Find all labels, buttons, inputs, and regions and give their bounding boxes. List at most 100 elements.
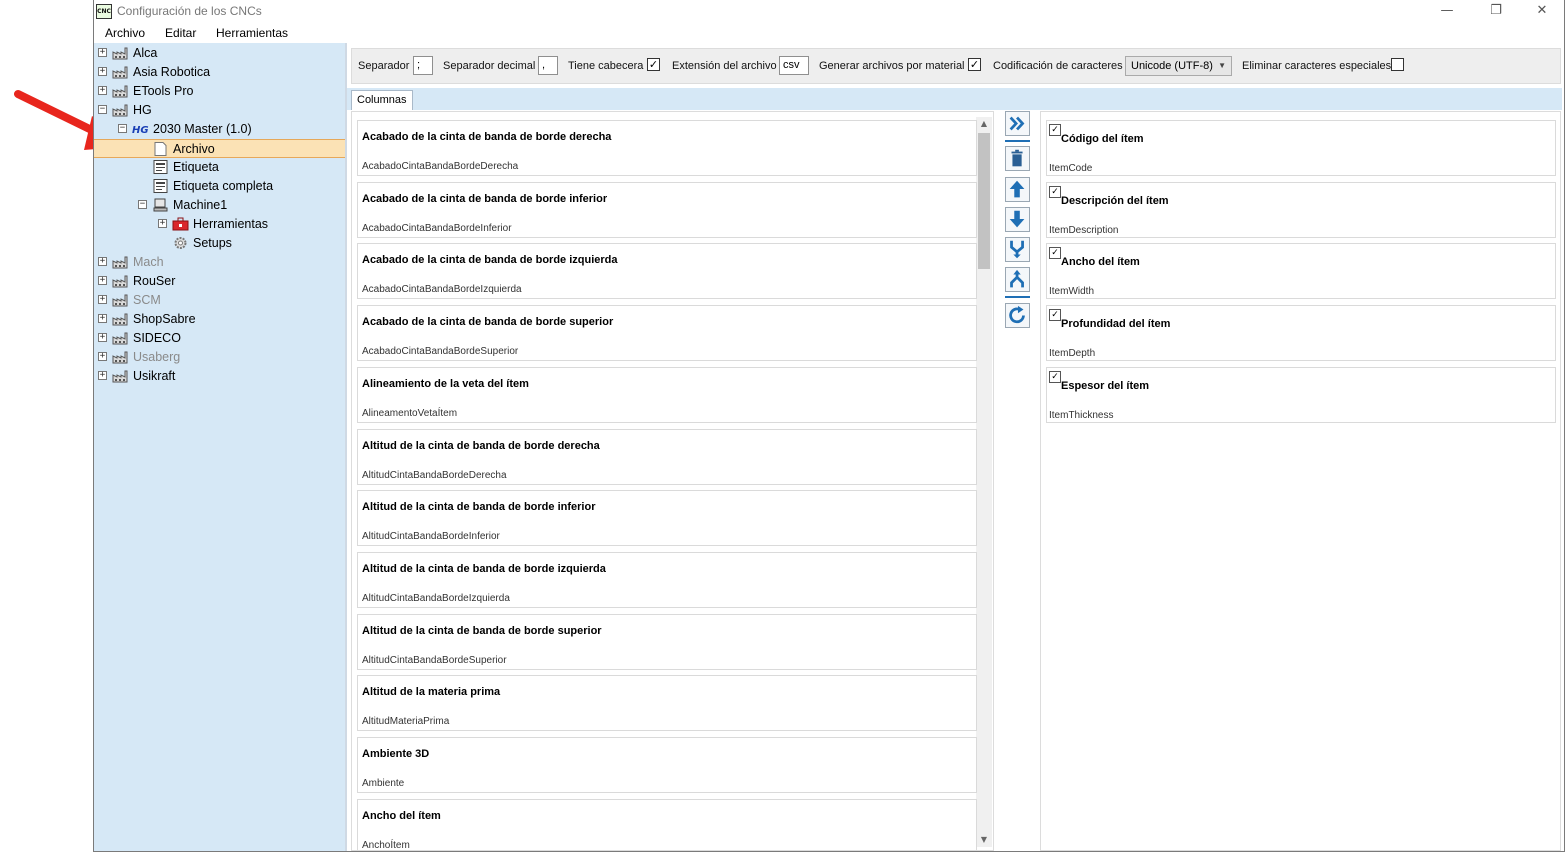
hg-logo-icon: HG	[132, 122, 149, 136]
move-down-button[interactable]	[1005, 207, 1030, 232]
per-material-checkbox[interactable]: ✓	[968, 58, 981, 71]
tree-item-hg[interactable]: − HG	[94, 101, 345, 120]
close-button[interactable]: ✕	[1527, 2, 1557, 20]
encoding-value: Unicode (UTF-8)	[1131, 60, 1213, 72]
available-column-item[interactable]: Acabado de la cinta de banda de borde su…	[357, 305, 977, 362]
tree-item-herramientas[interactable]: + Herramientas	[94, 215, 345, 234]
delete-button[interactable]	[1005, 146, 1030, 171]
column-title: Ancho del ítem	[1061, 256, 1140, 269]
remove-special-checkbox[interactable]	[1391, 58, 1404, 71]
selected-column-item[interactable]: ✓ Descripción del ítem ItemDescription	[1046, 181, 1556, 238]
split-button[interactable]	[1005, 267, 1030, 292]
action-separator	[1005, 140, 1030, 142]
expand-icon[interactable]: +	[98, 295, 107, 304]
has-header-checkbox[interactable]: ✓	[647, 58, 660, 71]
refresh-button[interactable]	[1005, 303, 1030, 328]
column-key: Ambiente	[362, 778, 405, 789]
tree-item-mach[interactable]: + Mach	[94, 253, 345, 272]
expand-icon[interactable]: +	[98, 67, 107, 76]
available-column-item[interactable]: Ancho del ítem AnchoÍtem	[357, 798, 977, 850]
available-column-item[interactable]: Altitud de la cinta de banda de borde in…	[357, 490, 977, 547]
tree-item-rouser[interactable]: + RouSer	[94, 272, 345, 291]
label-icon	[152, 179, 169, 193]
available-column-item[interactable]: Altitud de la cinta de banda de borde su…	[357, 613, 977, 670]
expand-icon[interactable]: +	[98, 48, 107, 57]
available-column-item[interactable]: Acabado de la cinta de banda de borde in…	[357, 181, 977, 238]
tree-item-label: Setups	[193, 236, 232, 250]
tree-item-usikraft[interactable]: + Usikraft	[94, 367, 345, 386]
column-key: AlineamentoVetaÍtem	[362, 407, 458, 419]
expand-icon[interactable]: +	[98, 314, 107, 323]
column-expand-checkbox[interactable]: ✓	[1049, 309, 1061, 322]
available-column-item[interactable]: Altitud de la cinta de banda de borde iz…	[357, 551, 977, 608]
tree-item-scm[interactable]: + SCM	[94, 291, 345, 310]
encoding-label: Codificación de caracteres	[993, 60, 1123, 72]
selected-column-item[interactable]: ✓ Espesor del ítem ItemThickness	[1046, 366, 1556, 423]
tree-item-label: HG	[133, 103, 152, 117]
label-icon	[152, 160, 169, 174]
column-key: ItemDescription	[1049, 224, 1119, 236]
menu-herramientas[interactable]: Herramientas	[216, 26, 288, 40]
scroll-up-icon[interactable]: ▲	[976, 117, 992, 131]
tree-item-alca[interactable]: + Alca	[94, 44, 345, 63]
available-columns-scrollbar[interactable]: ▲ ▼	[976, 117, 992, 847]
tree-item-machine1[interactable]: − Machine1	[94, 196, 345, 215]
selected-column-item[interactable]: ✓ Código del ítem ItemCode	[1046, 120, 1556, 176]
column-title: Espesor del ítem	[1061, 379, 1150, 392]
scroll-thumb[interactable]	[978, 133, 990, 269]
column-expand-checkbox[interactable]: ✓	[1049, 247, 1061, 260]
available-column-item[interactable]: Acabado de la cinta de banda de borde iz…	[357, 243, 977, 300]
selected-column-item[interactable]: ✓ Profundidad del ítem ItemDepth	[1046, 305, 1556, 362]
encoding-select[interactable]: Unicode (UTF-8) ▼	[1125, 56, 1232, 76]
column-expand-checkbox[interactable]: ✓	[1049, 124, 1061, 136]
move-up-button[interactable]	[1005, 177, 1030, 202]
menu-editar[interactable]: Editar	[165, 26, 196, 40]
scroll-down-icon[interactable]: ▼	[976, 833, 992, 847]
decimal-separator-input[interactable]: ,	[538, 56, 558, 75]
tab-columnas[interactable]: Columnas	[351, 90, 413, 110]
available-column-item[interactable]: Acabado de la cinta de banda de borde de…	[357, 120, 977, 176]
expand-icon[interactable]: +	[98, 352, 107, 361]
expand-icon[interactable]: +	[158, 219, 167, 228]
column-title: Código del ítem	[1061, 133, 1144, 145]
collapse-icon[interactable]: −	[138, 200, 147, 209]
selected-column-item[interactable]: ✓ Ancho del ítem ItemWidth	[1046, 243, 1556, 300]
factory-icon	[112, 293, 129, 307]
tree-item-etiqueta-completa[interactable]: Etiqueta completa	[94, 177, 345, 196]
available-column-item[interactable]: Ambiente 3D Ambiente	[357, 737, 977, 793]
has-header-label: Tiene cabecera	[568, 60, 644, 72]
expand-icon[interactable]: +	[98, 86, 107, 95]
expand-icon[interactable]: +	[98, 276, 107, 285]
file-extension-input[interactable]: csv	[779, 56, 809, 75]
tree-item-shopsabre[interactable]: + ShopSabre	[94, 310, 345, 329]
collapse-icon[interactable]: −	[98, 105, 107, 114]
tree-item-archivo[interactable]: Archivo	[94, 139, 345, 158]
separator-input[interactable]: ;	[413, 56, 433, 75]
tree-item-2030-master-1-0[interactable]: − HG 2030 Master (1.0)	[94, 120, 345, 139]
column-title: Acabado de la cinta de banda de borde su…	[362, 316, 614, 329]
tree-item-asia-robotica[interactable]: + Asia Robotica	[94, 63, 345, 82]
available-column-item[interactable]: Altitud de la materia prima AltitudMateri…	[357, 675, 977, 732]
tree-item-label: Machine1	[173, 198, 228, 212]
tree-item-sideco[interactable]: + SIDECO	[94, 329, 345, 348]
tree-item-etiqueta[interactable]: Etiqueta	[94, 158, 345, 177]
restore-button[interactable]: ❐	[1481, 2, 1511, 20]
merge-icon	[1006, 240, 1029, 264]
column-expand-checkbox[interactable]: ✓	[1049, 185, 1061, 198]
expand-icon[interactable]: +	[98, 371, 107, 380]
column-expand-checkbox[interactable]: ✓	[1049, 370, 1061, 383]
merge-button[interactable]	[1005, 237, 1030, 262]
minimize-button[interactable]: —	[1432, 2, 1462, 20]
tree-item-etools-pro[interactable]: + ETools Pro	[94, 82, 345, 101]
available-column-item[interactable]: Alineamiento de la veta del ítem Alineame…	[357, 366, 977, 423]
tree-item-setups[interactable]: Setups	[94, 234, 345, 253]
collapse-icon[interactable]: −	[118, 124, 127, 133]
tree-item-label: ETools Pro	[133, 84, 194, 98]
expand-icon[interactable]: +	[98, 333, 107, 342]
tree-item-usaberg[interactable]: + Usaberg	[94, 348, 345, 367]
menu-archivo[interactable]: Archivo	[105, 26, 145, 40]
expand-icon[interactable]: +	[98, 257, 107, 266]
add-column-button[interactable]	[1005, 111, 1030, 136]
column-key: AltitudCintaBandaBordeSuperior	[362, 654, 507, 666]
available-column-item[interactable]: Altitud de la cinta de banda de borde de…	[357, 428, 977, 485]
